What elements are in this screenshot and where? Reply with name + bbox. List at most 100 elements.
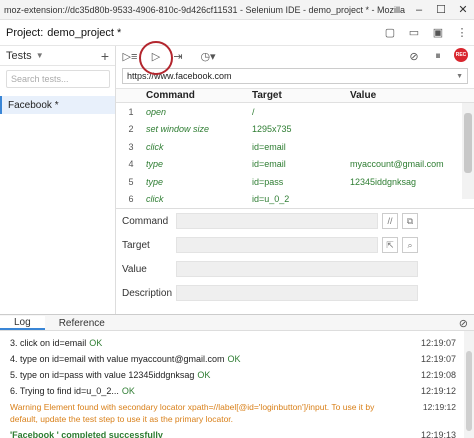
- playback-toolbar: ▷≡ ▷ ⇥ ◷▾ ⊘ ⏸ REC: [116, 41, 474, 75]
- table-row[interactable]: 4 type id=email myaccount@gmail.com: [116, 156, 474, 174]
- find-target-icon[interactable]: ⌕: [402, 237, 418, 253]
- run-all-tests-icon[interactable]: ▷≡: [122, 48, 138, 64]
- tab-reference[interactable]: Reference: [45, 316, 119, 330]
- warning-text: Warning Element found with secondary loc…: [10, 402, 375, 424]
- header-value: Value: [350, 90, 377, 101]
- log-time: 12:19:12: [420, 386, 456, 396]
- table-row[interactable]: 3 click id=email: [116, 138, 474, 156]
- log-scrollbar[interactable]: [464, 331, 474, 438]
- log-status: OK: [89, 338, 103, 348]
- log-line: 3. click on id=email OK 12:19:07: [0, 335, 474, 351]
- command-label: Command: [122, 215, 169, 227]
- command-table: Command Target Value 1 open / 2 set wind…: [116, 88, 474, 204]
- table-row[interactable]: 1 open /: [116, 103, 474, 121]
- tests-title: Tests: [6, 49, 32, 62]
- record-icon[interactable]: REC: [454, 48, 468, 62]
- log-time: 12:19:13: [420, 430, 456, 438]
- log-line: 4. type on id=email with value myaccount…: [0, 351, 474, 367]
- row-value: myaccount@gmail.com: [350, 159, 444, 170]
- description-label: Description: [122, 287, 173, 299]
- tab-log[interactable]: Log: [0, 316, 45, 330]
- row-number: 3: [128, 141, 134, 152]
- description-row: Description: [116, 281, 474, 305]
- log-time: 12:19:12: [422, 402, 456, 412]
- tests-header[interactable]: Tests ▼ +: [0, 46, 115, 66]
- highlight-circle: [139, 41, 173, 75]
- log-text: 4. type on id=email with value myaccount…: [10, 354, 225, 364]
- target-row: Target ⇱ ⌕: [116, 233, 474, 257]
- command-input[interactable]: [176, 213, 378, 229]
- row-number: 6: [128, 194, 134, 205]
- project-bar: Project: demo_project * ▢ ▭ ▣ ⋮: [0, 20, 474, 46]
- sidebar-item-facebook[interactable]: Facebook *: [0, 96, 115, 114]
- speed-icon[interactable]: ◷▾: [200, 48, 216, 64]
- row-number: 2: [128, 124, 134, 135]
- row-number: 4: [128, 159, 134, 170]
- row-command: click: [146, 194, 164, 205]
- table-row[interactable]: 2 set window size 1295x735: [116, 121, 474, 139]
- log-time: 12:19:07: [420, 338, 456, 348]
- log-status: OK: [197, 370, 211, 380]
- log-status: OK: [121, 386, 135, 396]
- new-project-icon[interactable]: ▢: [382, 24, 398, 40]
- select-target-icon[interactable]: ⇱: [382, 237, 398, 253]
- log-line: 6. Trying to find id=u_0_2... OK 12:19:1…: [0, 383, 474, 399]
- window-titlebar: moz-extension://dc35d80b-9533-4906-810c-…: [0, 0, 474, 20]
- header-command: Command: [146, 90, 195, 101]
- header-target: Target: [252, 90, 282, 101]
- search-tests-input[interactable]: Search tests...: [6, 70, 110, 88]
- row-number: 5: [128, 176, 134, 187]
- target-input[interactable]: [176, 237, 378, 253]
- table-row[interactable]: 6 click id=u_0_2: [116, 191, 474, 209]
- disable-breakpoints-icon[interactable]: ⊘: [406, 48, 422, 64]
- row-target: id=u_0_2: [252, 194, 290, 205]
- add-test-icon[interactable]: +: [101, 48, 109, 64]
- log-warning: Warning Element found with secondary loc…: [0, 399, 474, 427]
- row-target: id=pass: [252, 176, 284, 187]
- tests-sidebar: Tests ▼ + Search tests... Facebook *: [0, 46, 116, 314]
- row-command: type: [146, 176, 164, 187]
- open-project-icon[interactable]: ▭: [406, 24, 422, 40]
- base-url-field[interactable]: https://www.facebook.com ▼: [122, 68, 468, 84]
- log-time: 12:19:08: [420, 370, 456, 380]
- row-command: click: [146, 141, 164, 152]
- row-target: /: [252, 106, 255, 117]
- command-row: Command // ⧉: [116, 209, 474, 233]
- save-project-icon[interactable]: ▣: [430, 24, 446, 40]
- value-input[interactable]: [176, 261, 418, 277]
- open-reference-icon[interactable]: ⧉: [402, 213, 418, 229]
- log-line: 5. type on id=pass with value 12345iddgn…: [0, 367, 474, 383]
- pause-exceptions-icon[interactable]: ⏸: [430, 48, 446, 64]
- table-scrollbar[interactable]: [462, 103, 474, 199]
- close-icon[interactable]: ✕: [452, 3, 474, 16]
- base-url-value: https://www.facebook.com: [127, 71, 232, 81]
- table-header: Command Target Value: [116, 89, 474, 103]
- project-name[interactable]: demo_project *: [47, 27, 121, 39]
- row-value: 12345iddgnksag: [350, 176, 417, 187]
- log-text: 5. type on id=pass with value 12345iddgn…: [10, 370, 195, 380]
- window-title: moz-extension://dc35d80b-9533-4906-810c-…: [4, 4, 408, 15]
- row-target: id=email: [252, 159, 286, 170]
- row-command: set window size: [146, 124, 210, 135]
- log-text: 6. Trying to find id=u_0_2...: [10, 386, 119, 396]
- command-editor: Command // ⧉ Target ⇱ ⌕ Value Descriptio…: [116, 208, 474, 314]
- value-row: Value: [116, 257, 474, 281]
- description-input[interactable]: [176, 285, 418, 301]
- more-menu-icon[interactable]: ⋮: [454, 24, 470, 40]
- minimize-icon[interactable]: –: [408, 4, 430, 16]
- row-command: type: [146, 159, 164, 170]
- clear-log-icon[interactable]: ⊘: [459, 317, 468, 330]
- log-status: OK: [227, 354, 241, 364]
- table-row[interactable]: 5 type id=pass 12345iddgnksag: [116, 173, 474, 191]
- success-text: 'Facebook ' completed successfully: [10, 430, 163, 438]
- toggle-comment-icon[interactable]: //: [382, 213, 398, 229]
- chevron-down-icon[interactable]: ▼: [36, 51, 44, 60]
- log-panel: Log Reference ⊘ 3. click on id=email OK …: [0, 314, 474, 438]
- project-label: Project:: [6, 26, 44, 39]
- log-time: 12:19:07: [420, 354, 456, 364]
- chevron-down-icon[interactable]: ▼: [456, 73, 463, 80]
- log-success: 'Facebook ' completed successfully 12:19…: [0, 427, 474, 438]
- row-number: 1: [128, 106, 134, 117]
- maximize-icon[interactable]: ☐: [430, 3, 452, 16]
- value-label: Value: [122, 263, 147, 275]
